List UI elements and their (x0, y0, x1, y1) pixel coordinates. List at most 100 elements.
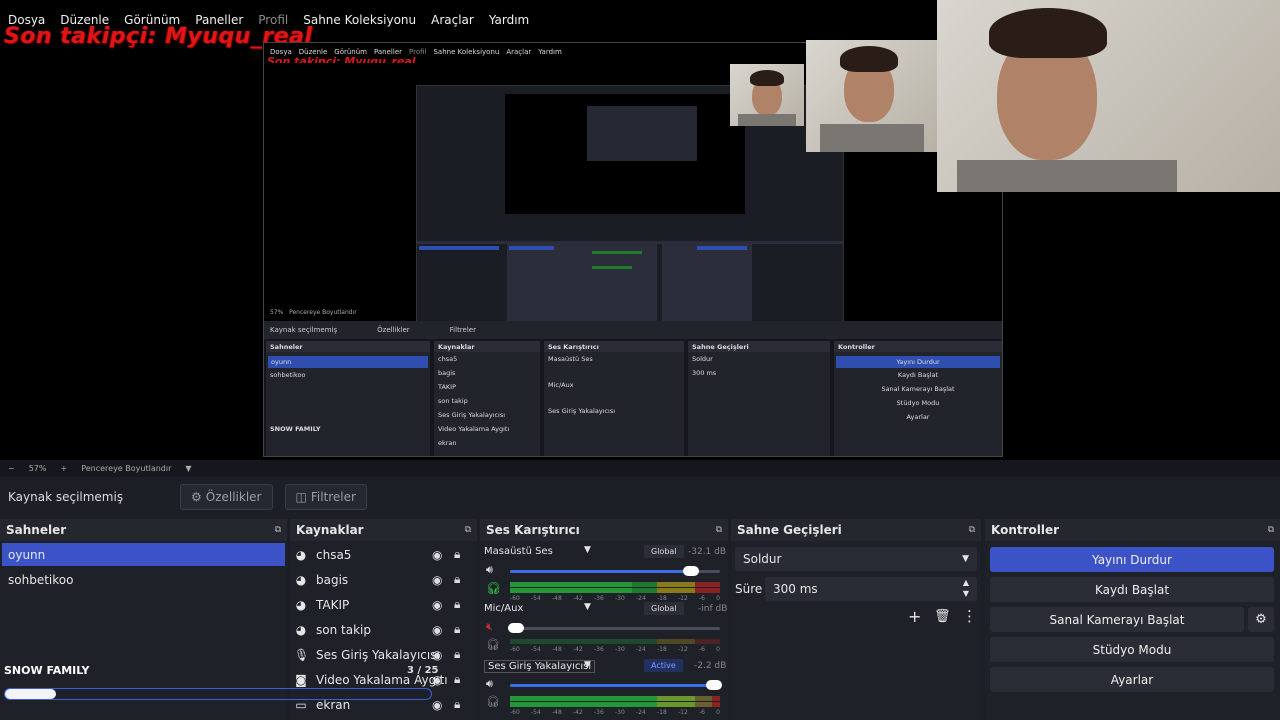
tick-label: -60 (510, 646, 520, 653)
transitions-title: Sahne Geçişleri (737, 523, 842, 537)
start-virtual-camera-button[interactable]: Sanal Kamerayı Başlat (990, 607, 1244, 632)
filters-button[interactable]: ◫ Filtreler (284, 484, 367, 510)
controls-header: Kontroller ⧉ (985, 519, 1280, 541)
volume-icon[interactable]: 🔊︎ (486, 677, 493, 691)
channel-dropdown-icon[interactable]: ▼ (584, 660, 591, 670)
nested-source-item: Ses Giriş Yakalayıcısı (438, 411, 506, 419)
volume-slider-fill (510, 570, 691, 573)
monitor-icon[interactable]: 🎧︎ (486, 695, 500, 708)
eye-icon[interactable]: ◉ (432, 573, 442, 587)
nested-source-item: Video Yakalama Aygıtı (438, 425, 510, 433)
volume-slider-knob[interactable] (508, 623, 525, 633)
nested-sources-panel: Kaynaklar chsa5 bagis TAKIP son takip Se… (434, 341, 540, 456)
channel-tag[interactable]: Global (644, 602, 684, 615)
chevron-down-icon: ▼ (962, 554, 969, 564)
source-item[interactable]: ◕ chsa5 ◉ 🔒︎ (290, 542, 480, 567)
mixer-title: Ses Karıştırıcı (486, 523, 580, 537)
add-transition-button[interactable]: + (908, 607, 921, 626)
tick-label: -30 (615, 709, 625, 716)
tick-label: -42 (573, 646, 583, 653)
settings-button[interactable]: Ayarlar (990, 667, 1274, 692)
start-recording-button[interactable]: Kaydı Başlat (990, 577, 1274, 602)
source-item[interactable]: ◕ bagis ◉ 🔒︎ (290, 567, 480, 592)
nested-mixer-title: Ses Karıştırıcı (544, 341, 684, 352)
nested-menu-item: Araçlar (506, 48, 532, 56)
monitor-icon[interactable]: 🎧︎ (486, 638, 500, 651)
lock-icon[interactable]: 🔒︎ (454, 622, 460, 637)
duration-input[interactable]: 300 ms ▲ ▼ (765, 577, 977, 601)
tick-label: -18 (657, 595, 667, 602)
undock-icon[interactable]: ⧉ (1268, 525, 1274, 535)
tick-label: -24 (636, 595, 646, 602)
channel-dropdown-icon[interactable]: ▼ (584, 545, 591, 555)
more-options-icon[interactable]: ⋮ (962, 607, 977, 625)
properties-button[interactable]: ⚙ Özellikler (180, 484, 273, 510)
lock-icon[interactable]: 🔒︎ (454, 697, 460, 712)
zoom-out-button[interactable]: − (8, 464, 15, 473)
undock-icon[interactable]: ⧉ (465, 525, 471, 535)
level-meter-fill (510, 702, 712, 707)
zoom-in-button[interactable]: + (60, 464, 67, 473)
lock-icon[interactable]: 🔒︎ (454, 597, 460, 612)
eye-icon[interactable]: ◉ (432, 548, 442, 562)
snow-progress-bar (4, 688, 432, 700)
snow-progress-fill (5, 689, 57, 699)
menu-sahne-koleksiyonu[interactable]: Sahne Koleksiyonu (303, 13, 416, 27)
tick-label: 0 (716, 646, 720, 653)
tick-label: -48 (552, 646, 562, 653)
tick-label: -12 (678, 709, 688, 716)
lock-icon[interactable]: 🔒︎ (454, 647, 460, 662)
studio-mode-button[interactable]: Stüdyo Modu (990, 637, 1274, 662)
volume-slider[interactable] (508, 623, 720, 633)
undock-icon[interactable]: ⧉ (969, 525, 975, 535)
virtual-camera-settings-button[interactable]: ⚙ (1248, 607, 1274, 632)
nested-control-button: Yayını Durdur (836, 356, 1000, 368)
nested-transitions-panel: Sahne Geçişleri Soldur 300 ms (688, 341, 830, 456)
monitor-icon[interactable]: 🎧︎ (486, 581, 501, 595)
lock-icon[interactable]: 🔒︎ (454, 547, 460, 562)
source-item[interactable]: 🎙︎ Ses Giriş Yakalayıcısı ◉ 🔒︎ (290, 642, 480, 667)
trash-icon[interactable]: 🗑 (934, 609, 951, 624)
eye-icon[interactable]: ◉ (432, 598, 442, 612)
tick-label: -60 (510, 709, 520, 716)
menu-yardim[interactable]: Yardım (489, 13, 529, 27)
scene-item-oyunn[interactable]: oyunn (2, 543, 285, 566)
nested-control-button: Sanal Kamerayı Başlat (881, 385, 955, 393)
volume-slider[interactable] (510, 566, 720, 576)
volume-slider-knob[interactable] (705, 680, 722, 690)
eye-icon[interactable]: ◉ (432, 648, 442, 662)
volume-slider-knob[interactable] (682, 566, 699, 576)
nested-control-button: Stüdyo Modu (896, 399, 940, 407)
lock-icon[interactable]: 🔒︎ (454, 672, 460, 687)
volume-slider[interactable] (510, 680, 722, 690)
undock-icon[interactable]: ⧉ (275, 525, 281, 535)
transition-type-select[interactable]: Soldur ▼ (735, 547, 977, 571)
nested-transitions-title: Sahne Geçişleri (688, 341, 830, 352)
source-item[interactable]: ◕ son takip ◉ 🔒︎ (290, 617, 480, 642)
duration-value: 300 ms (773, 582, 818, 596)
channel-tag[interactable]: Global (644, 545, 684, 558)
scene-item-sohbetikoo[interactable]: sohbetikoo (2, 568, 285, 591)
stop-streaming-button[interactable]: Yayını Durdur (990, 547, 1274, 572)
channel-dropdown-icon[interactable]: ▼ (584, 602, 591, 612)
spin-arrows-icon[interactable]: ▲ ▼ (963, 577, 969, 599)
properties-label: Özellikler (205, 490, 262, 504)
gear-icon: ⚙ (1255, 612, 1267, 627)
controls-title: Kontroller (991, 523, 1060, 537)
channel-tag[interactable]: Active (644, 659, 683, 672)
menu-araclar[interactable]: Araçlar (431, 13, 474, 27)
tick-label: -48 (552, 595, 562, 602)
webcam-feed (937, 0, 1280, 192)
source-item[interactable]: ◕ TAKIP ◉ 🔒︎ (290, 592, 480, 617)
undock-icon[interactable]: ⧉ (716, 525, 722, 535)
gear-icon: ⚙ (191, 490, 202, 504)
nested-scene-item: sohbetikoo (270, 371, 306, 379)
nested-source-item: chsa5 (438, 355, 458, 363)
muted-icon[interactable]: 🔇︎ (486, 620, 493, 634)
lock-icon[interactable]: 🔒︎ (454, 572, 460, 587)
volume-icon[interactable]: 🔊︎ (486, 563, 493, 577)
channel-name: Mic/Aux (484, 603, 524, 614)
eye-icon[interactable]: ◉ (432, 623, 442, 637)
eye-icon[interactable]: ◉ (432, 698, 442, 712)
zoom-dropdown-icon[interactable]: ▼ (185, 464, 191, 473)
